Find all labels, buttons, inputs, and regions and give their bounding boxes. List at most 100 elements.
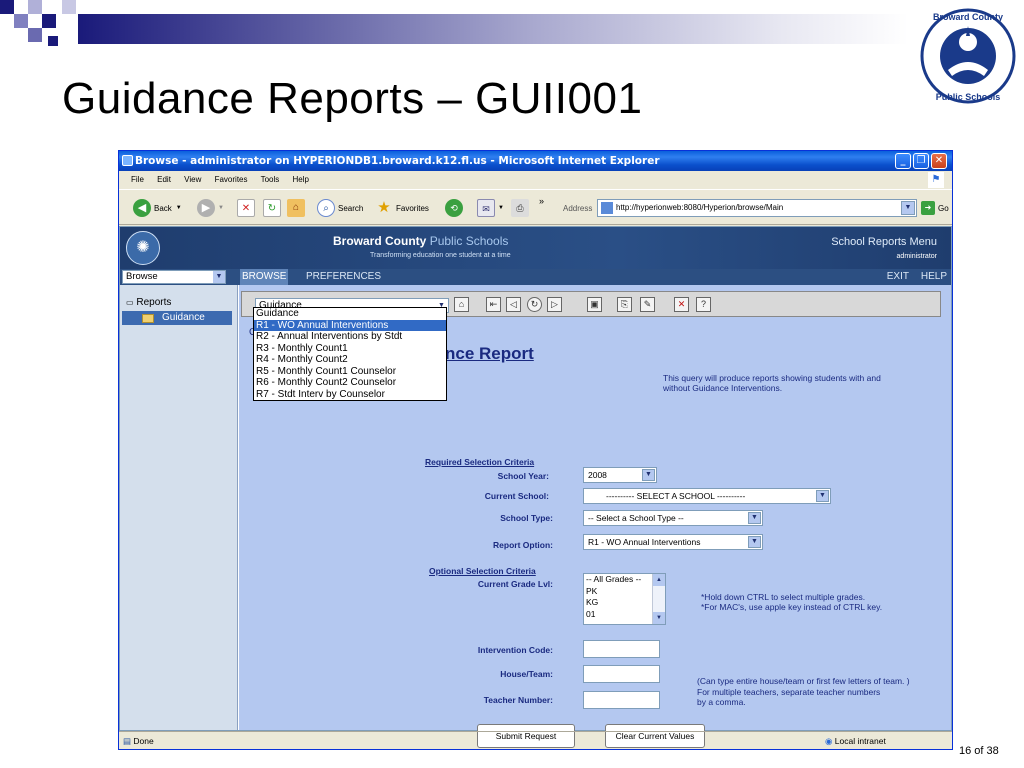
stop-icon: ✕ (237, 199, 255, 217)
next-page-icon[interactable]: ▷ (547, 297, 562, 312)
address-dropdown-icon[interactable]: ▼ (901, 201, 915, 215)
export-doc-icon[interactable]: ✎ (640, 297, 655, 312)
security-zone: ◉ Local intranet (825, 732, 886, 750)
tree-item-guidance[interactable]: Guidance (122, 311, 232, 325)
minimize-button[interactable]: _ (895, 153, 911, 169)
svg-text:Public Schools: Public Schools (936, 92, 1001, 102)
tree-item-guidance-label: Guidance (162, 312, 205, 323)
decor-square (62, 0, 76, 14)
broward-logo: Broward County Public Schools (920, 8, 1016, 104)
school-type-value: -- Select a School Type -- (588, 513, 684, 523)
dropdown-option[interactable]: R4 - Monthly Count2 (254, 354, 446, 366)
menu-favorites[interactable]: Favorites (215, 175, 248, 184)
dropdown-option[interactable]: Guidance (254, 308, 446, 320)
tree-pane: ▭ Reports Guidance (120, 285, 238, 730)
intervention-code-input[interactable] (583, 640, 660, 658)
menu-edit[interactable]: Edit (157, 175, 171, 184)
report-option-select[interactable]: R1 - WO Annual Interventions ▼ (583, 534, 763, 550)
menu-tools[interactable]: Tools (261, 175, 280, 184)
report-dropdown-list: Guidance R1 - WO Annual Interventions R2… (253, 307, 447, 401)
search-icon: ⌕ (317, 199, 335, 217)
decor-square (0, 0, 14, 14)
school-year-value: 2008 (588, 470, 607, 480)
go-arrow-icon: ➜ (921, 201, 935, 215)
nav-preferences-link[interactable]: PREFERENCES (306, 269, 381, 285)
refresh-icon[interactable]: ↻ (527, 297, 542, 312)
optional-criteria-heading: Optional Selection Criteria (429, 566, 536, 576)
dropdown-option[interactable]: R2 - Annual Interventions by Stdt (254, 331, 446, 343)
back-dropdown-icon[interactable]: ▼ (176, 205, 182, 211)
print-button[interactable]: ⎙ (511, 199, 532, 217)
browser-toolbar: ◀ Back ▼ ▶ ▼ ✕ ↻ ⌂ ⌕ Search ★ Favorites … (119, 189, 952, 225)
grade-level-list[interactable]: -- All Grades -- PK KG 01 ▲ ▼ (583, 573, 666, 625)
chevron-down-icon: ▼ (642, 469, 655, 481)
decor-square (28, 0, 42, 14)
current-school-select[interactable]: ---------- SELECT A SCHOOL ---------- ▼ (583, 488, 831, 504)
school-type-select[interactable]: -- Select a School Type -- ▼ (583, 510, 763, 526)
go-button[interactable]: ➜ Go (921, 199, 949, 217)
scroll-up-icon[interactable]: ▲ (653, 574, 665, 586)
school-year-select[interactable]: 2008 ▼ (583, 467, 657, 483)
history-button[interactable]: ⟲ (445, 199, 466, 217)
decor-gradient-bar (78, 14, 908, 44)
intranet-icon: ◉ (825, 736, 833, 746)
cancel-icon[interactable]: ✕ (674, 297, 689, 312)
first-page-icon[interactable]: ⇤ (486, 297, 501, 312)
dropdown-option[interactable]: R6 - Monthly Count2 Counselor (254, 377, 446, 389)
svg-text:Broward County: Broward County (933, 12, 1003, 22)
required-criteria-heading: Required Selection Criteria (425, 457, 535, 467)
app-header: ✺ Broward County Public Schools Transfor… (120, 227, 951, 269)
nav-browse-link[interactable]: BROWSE (240, 269, 289, 285)
export-pdf-icon[interactable]: ⎘ (617, 297, 632, 312)
house-team-label: House/Team: (500, 669, 553, 679)
report-description: This query will produce reports showing … (663, 373, 881, 393)
search-button[interactable]: ⌕ Search (317, 199, 363, 217)
browser-window: Browse - administrator on HYPERIONDB1.br… (118, 150, 953, 750)
teacher-number-input[interactable] (583, 691, 660, 709)
forward-button[interactable]: ▶ ▼ (197, 199, 224, 217)
house-team-input[interactable] (583, 665, 660, 683)
toolbar-overflow-icon[interactable]: » (539, 192, 544, 210)
tree-item-reports-label: Reports (136, 297, 172, 308)
slide-title: Guidance Reports – GUII001 (62, 74, 643, 123)
home-icon[interactable]: ⌂ (454, 297, 469, 312)
ie-icon (122, 155, 133, 166)
prev-page-icon[interactable]: ◁ (506, 297, 521, 312)
browse-select[interactable]: Browse ▼ (122, 270, 226, 284)
dropdown-option[interactable]: R7 - Stdt Interv by Counselor (254, 389, 446, 401)
house-team-note: (Can type entire house/team or first few… (697, 676, 910, 686)
home-button[interactable]: ⌂ (287, 199, 308, 217)
stop-button[interactable]: ✕ (237, 199, 258, 217)
decor-square (48, 36, 58, 46)
close-button[interactable]: ✕ (931, 153, 947, 169)
mail-dropdown-icon[interactable]: ▼ (498, 205, 504, 211)
nav-exit-link[interactable]: EXIT (887, 269, 909, 285)
save-icon[interactable]: ▣ (587, 297, 602, 312)
address-bar[interactable]: http://hyperionweb:8080/Hyperion/browse/… (597, 199, 917, 217)
tree-item-reports[interactable]: ▭ Reports (126, 297, 171, 308)
dropdown-option[interactable]: R5 - Monthly Count1 Counselor (254, 366, 446, 378)
nav-help-link[interactable]: HELP (921, 269, 947, 285)
menu-view[interactable]: View (184, 175, 201, 184)
grade-list-scrollbar[interactable]: ▲ ▼ (652, 574, 665, 624)
favorites-button[interactable]: ★ Favorites (375, 199, 429, 217)
mail-button[interactable]: ✉ ▼ (477, 199, 504, 217)
current-user: administrator (896, 253, 937, 260)
help-icon[interactable]: ? (696, 297, 711, 312)
browser-statusbar: ▤ Done ◉ Local intranet (119, 731, 952, 749)
decor-square (42, 14, 56, 28)
refresh-icon: ↻ (263, 199, 281, 217)
back-button[interactable]: ◀ Back ▼ (133, 199, 182, 217)
restore-button[interactable]: ❐ (913, 153, 929, 169)
address-label: Address (563, 203, 593, 213)
browser-title: Browse - administrator on HYPERIONDB1.br… (135, 155, 660, 167)
dropdown-option[interactable]: R3 - Monthly Count1 (254, 343, 446, 355)
school-year-label: School Year: (497, 471, 549, 481)
refresh-button[interactable]: ↻ (263, 199, 284, 217)
menu-file[interactable]: File (131, 175, 144, 184)
scroll-down-icon[interactable]: ▼ (653, 612, 665, 624)
dropdown-option-selected[interactable]: R1 - WO Annual Interventions (254, 319, 446, 331)
forward-arrow-icon: ▶ (197, 199, 215, 217)
search-label: Search (338, 203, 364, 213)
menu-help[interactable]: Help (293, 175, 309, 184)
